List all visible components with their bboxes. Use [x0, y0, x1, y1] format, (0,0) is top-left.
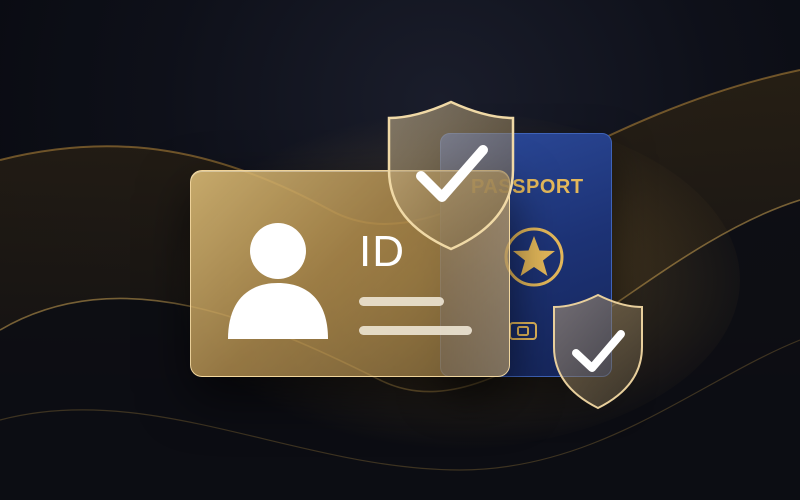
hero-illustration: PASSPORT ID	[0, 0, 800, 500]
id-text-line	[359, 326, 472, 335]
shield-check-icon	[387, 100, 515, 251]
shield-check-icon	[553, 293, 643, 410]
user-silhouette-icon	[228, 223, 328, 339]
id-text-line	[359, 297, 444, 306]
chip-icon	[509, 322, 537, 340]
